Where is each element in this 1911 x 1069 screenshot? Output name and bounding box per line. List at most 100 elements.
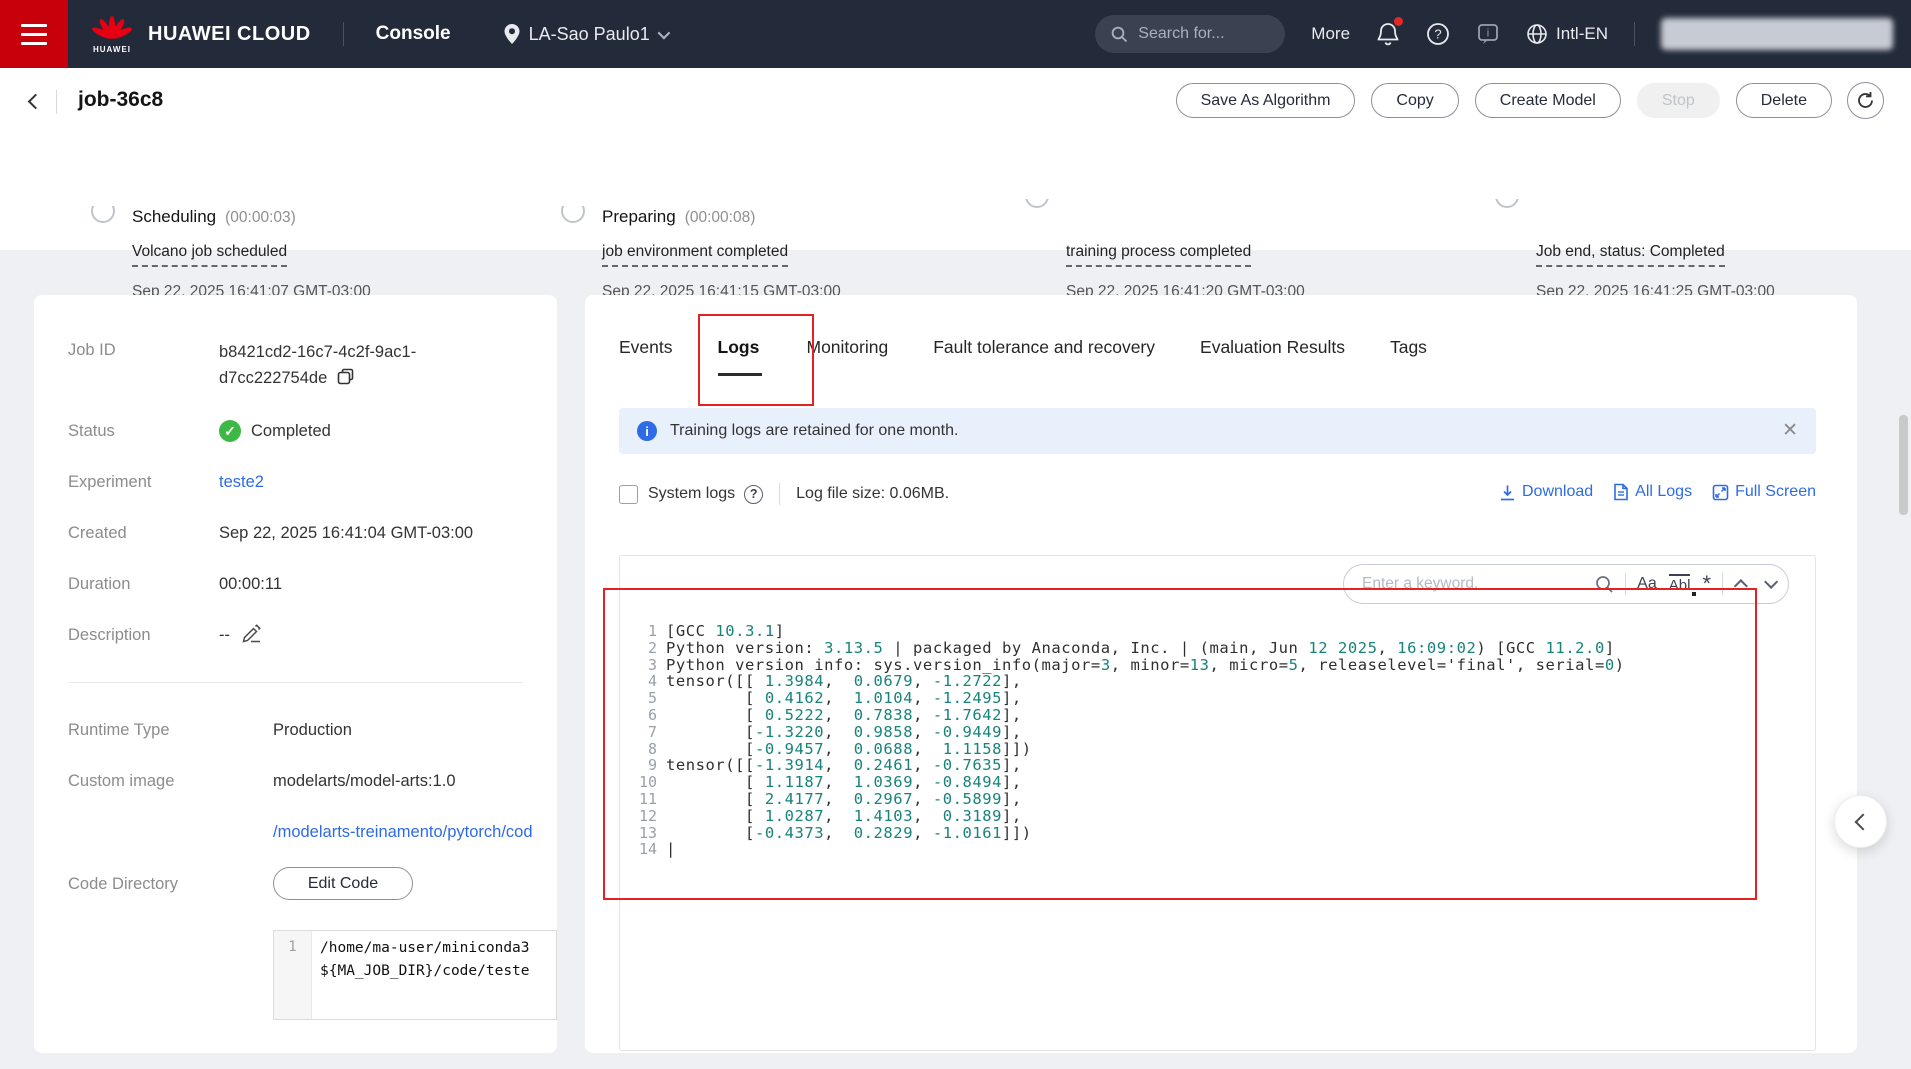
- log-line-text: [-0.4373, 0.2829, -1.0161]]): [666, 825, 1032, 842]
- log-line-text: [-1.3220, 0.9858, -0.9449],: [666, 724, 1022, 741]
- tab-item[interactable]: Tags: [1390, 337, 1427, 376]
- feedback-button[interactable]: i: [1476, 22, 1500, 46]
- stage-name: Scheduling(00:00:03): [132, 207, 296, 227]
- stage-event-link[interactable]: Volcano job scheduled: [132, 243, 287, 267]
- region-selector[interactable]: LA-Sao Paulo1: [503, 23, 667, 45]
- toolbar-button[interactable]: Delete: [1736, 83, 1832, 118]
- regex-toggle[interactable]: *: [1702, 579, 1711, 589]
- notification-badge-dot: [1394, 17, 1403, 26]
- account-name-blurred[interactable]: [1661, 18, 1893, 50]
- refresh-icon: [1856, 91, 1875, 110]
- log-line-number: 8: [626, 741, 666, 758]
- info-icon: i: [637, 421, 657, 441]
- log-line: 2 Python version: 3.13.5 | packaged by A…: [626, 640, 1811, 657]
- log-line-text: [ 0.4162, 1.0104, -1.2495],: [666, 690, 1022, 707]
- page-title: job-36c8: [78, 88, 163, 112]
- description-value: --: [219, 626, 230, 644]
- log-line: 3 Python version info: sys.version_info(…: [626, 657, 1811, 674]
- match-case-toggle[interactable]: Aa: [1637, 575, 1657, 593]
- controls-divider: [779, 483, 780, 505]
- tab-item[interactable]: Logs: [718, 337, 762, 376]
- log-line-number: 10: [626, 774, 666, 791]
- search-icon[interactable]: [1595, 575, 1614, 594]
- tab-item[interactable]: Monitoring: [807, 337, 889, 376]
- log-line: 4 tensor([[ 1.3984, 0.0679, -1.2722],: [626, 673, 1811, 690]
- banner-close-icon[interactable]: ✕: [1782, 419, 1798, 442]
- collapse-panel-button[interactable]: [1834, 795, 1887, 848]
- log-line: 14 |: [626, 841, 1811, 858]
- title-divider: [56, 90, 57, 114]
- tab-item[interactable]: Evaluation Results: [1200, 337, 1345, 376]
- banner-message: Training logs are retained for one month…: [670, 422, 958, 440]
- log-line-text: [GCC 10.3.1]: [666, 623, 785, 640]
- stage-event-link[interactable]: Job end, status: Completed: [1536, 243, 1725, 267]
- log-line-text: [ 1.0287, 1.4103, 0.3189],: [666, 808, 1022, 825]
- log-line-number: 12: [626, 808, 666, 825]
- tab-bar: Events Logs Monitoring Fault tolerance a…: [585, 295, 1857, 376]
- duration-row: Duration 00:00:11: [68, 573, 557, 595]
- job-id-value-line2: d7cc222754de: [219, 369, 327, 387]
- toolbar-button[interactable]: Copy: [1371, 83, 1458, 118]
- log-file-size: Log file size: 0.06MB.: [796, 485, 949, 503]
- system-logs-label: System logs: [648, 485, 735, 503]
- log-search-input[interactable]: [1362, 575, 1595, 593]
- system-logs-checkbox[interactable]: [619, 485, 638, 504]
- stage-circle-icon: [561, 206, 591, 230]
- toolbar-button[interactable]: Save As Algorithm: [1176, 83, 1356, 118]
- notifications-button[interactable]: [1376, 21, 1400, 47]
- log-line-text: |: [666, 841, 676, 858]
- help-button[interactable]: ?: [1426, 22, 1450, 46]
- download-link[interactable]: Download: [1499, 483, 1593, 501]
- job-details-card: Job ID b8421cd2-16c7-4c2f-9ac1- d7cc2227…: [34, 295, 557, 1053]
- tab-item[interactable]: Fault tolerance and recovery: [933, 337, 1155, 376]
- code-snippet-text: /home/ma-user/miniconda3 ${MA_JOB_DIR}/c…: [312, 931, 530, 1019]
- global-search-input[interactable]: Search for...: [1095, 15, 1285, 53]
- refresh-button[interactable]: [1847, 82, 1884, 119]
- job-id-label: Job ID: [68, 339, 219, 361]
- stage-event-link[interactable]: job environment completed: [602, 243, 788, 267]
- edit-description-icon[interactable]: [242, 624, 262, 643]
- copy-icon[interactable]: [337, 368, 354, 385]
- huawei-logo[interactable]: HUAWEI: [92, 14, 132, 54]
- search-icon: [1111, 26, 1128, 43]
- status-success-icon: ✓: [219, 420, 241, 442]
- description-label: Description: [68, 624, 219, 646]
- code-directory-link[interactable]: /modelarts-treinamento/pytorch/cod: [273, 823, 533, 841]
- match-word-toggle[interactable]: Abl: [1669, 574, 1691, 594]
- log-controls: System logs ? Log file size: 0.06MB.: [619, 483, 949, 505]
- log-line-text: [-0.9457, 0.0688, 1.1158]]): [666, 741, 1032, 758]
- language-selector[interactable]: Intl-EN: [1526, 23, 1608, 45]
- toolbar-button[interactable]: Create Model: [1475, 83, 1621, 118]
- back-button[interactable]: [22, 88, 48, 114]
- tab-item[interactable]: Events: [619, 337, 673, 376]
- edit-code-button[interactable]: Edit Code: [273, 867, 413, 900]
- menu-hamburger-button[interactable]: [0, 0, 68, 68]
- full-screen-icon: [1712, 484, 1729, 501]
- status-label: Status: [68, 420, 219, 442]
- log-actions: Download All Logs Full Screen: [1499, 483, 1816, 501]
- page-scrollbar-thumb[interactable]: [1899, 415, 1908, 515]
- log-line-text: tensor([[-1.3914, 0.2461, -0.7635],: [666, 757, 1022, 774]
- stage-name: [1066, 207, 1075, 227]
- custom-image-row: Custom image modelarts/model-arts:1.0: [68, 770, 557, 792]
- all-logs-link[interactable]: All Logs: [1613, 483, 1692, 501]
- full-screen-link[interactable]: Full Screen: [1712, 483, 1816, 501]
- toolbar-button[interactable]: Stop: [1637, 83, 1720, 118]
- stage-event-link[interactable]: training process completed: [1066, 243, 1251, 267]
- log-line: 8 [-0.9457, 0.0688, 1.1158]]): [626, 741, 1811, 758]
- stage-duration: (00:00:03): [225, 209, 296, 226]
- console-link[interactable]: Console: [376, 23, 451, 45]
- code-directory-link-row: /modelarts-treinamento/pytorch/cod: [68, 821, 557, 843]
- log-line-number: 1: [626, 623, 666, 640]
- created-row: Created Sep 22, 2025 16:41:04 GMT-03:00: [68, 522, 557, 544]
- retention-banner: i Training logs are retained for one mon…: [619, 408, 1816, 454]
- next-match-button[interactable]: [1764, 575, 1778, 589]
- system-logs-help-icon[interactable]: ?: [744, 485, 763, 504]
- more-menu[interactable]: More: [1311, 24, 1350, 44]
- stage-circle-icon: [1025, 199, 1055, 210]
- chevron-left-icon: [1855, 813, 1872, 830]
- experiment-link[interactable]: teste2: [219, 473, 264, 491]
- previous-match-button[interactable]: [1734, 579, 1748, 593]
- log-line-text: Python version: 3.13.5 | packaged by Ana…: [666, 640, 1615, 657]
- stage-name: Preparing(00:00:08): [602, 207, 755, 227]
